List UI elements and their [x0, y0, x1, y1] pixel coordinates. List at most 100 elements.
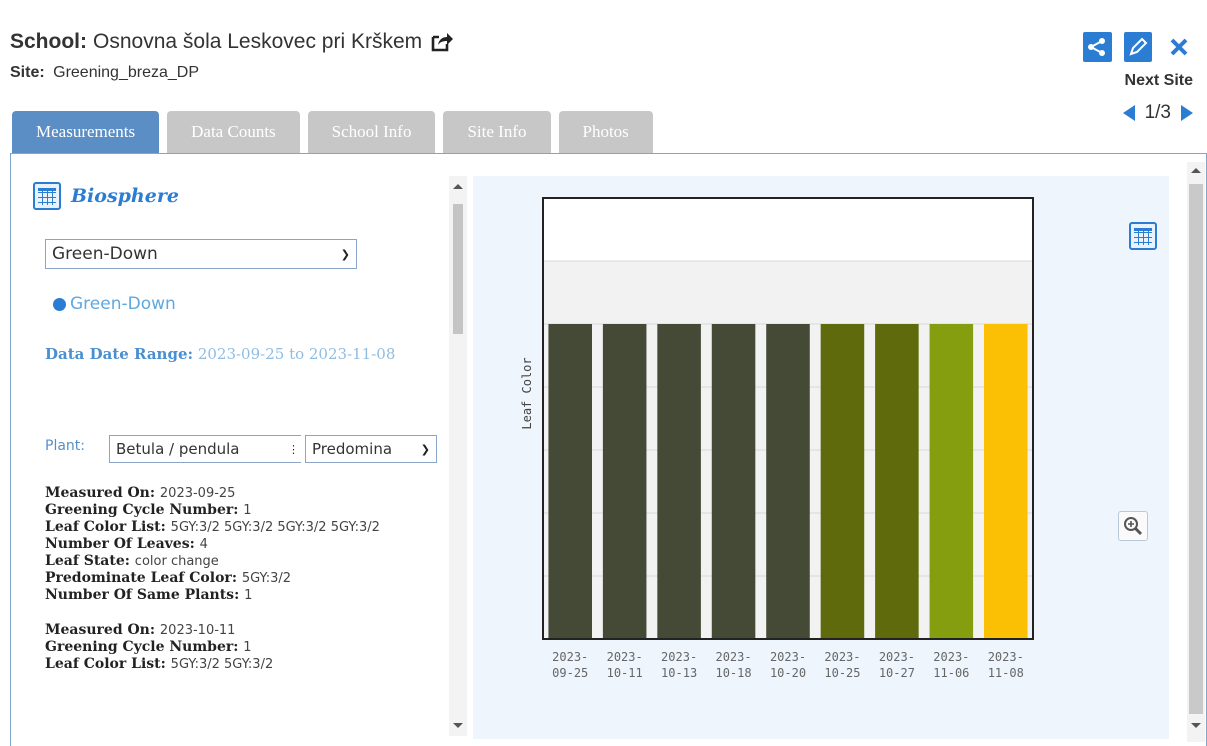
field-value: 1 — [243, 503, 252, 518]
plant-label: Plant: — [45, 438, 85, 454]
measurements-list: Biosphere Green-Down ❯ Green-Down Data D… — [23, 154, 453, 739]
list-scrollbar[interactable] — [449, 176, 467, 736]
x-tick-label: 10-11 — [607, 666, 643, 680]
leaf-color-chart: 2023- 09-25 2023- 10-11 2023- 10-13 2023- 10-18… — [520, 197, 1034, 680]
tab-school-info[interactable]: School Info — [307, 111, 436, 153]
field-key: Predominate Leaf Color — [45, 570, 232, 586]
chevron-down-icon: ❯ — [420, 442, 430, 456]
measurements-panel: Biosphere Green-Down ❯ Green-Down Data D… — [10, 153, 1207, 746]
chevron-down-icon: ❯ — [340, 247, 350, 261]
site-label: Site: — [10, 64, 45, 81]
scroll-up-icon[interactable] — [453, 184, 463, 189]
x-tick-label: 2023- — [879, 650, 915, 664]
chart-bar — [548, 324, 592, 639]
chart-bar — [984, 324, 1028, 639]
colon: : — [189, 536, 200, 552]
x-tick-label: 2023- — [552, 650, 588, 664]
field-key: Greening Cycle Number — [45, 502, 234, 518]
chart-area: 2023- 09-25 2023- 10-11 2023- 10-13 2023- 10-18… — [473, 176, 1169, 739]
plant-select[interactable]: Betula / pendula ⋮ — [109, 435, 301, 463]
external-link-icon[interactable] — [430, 31, 454, 53]
x-tick-label: 10-25 — [824, 666, 860, 680]
colon: : — [160, 656, 171, 672]
panel-scrollbar[interactable] — [1187, 162, 1205, 742]
scroll-down-icon[interactable] — [453, 723, 463, 728]
tab-bar: Measurements Data Counts School Info Sit… — [12, 111, 653, 153]
site-pager: 1/3 — [1083, 102, 1193, 124]
x-tick-label: 2023- — [770, 650, 806, 664]
tab-measurements[interactable]: Measurements — [12, 111, 160, 153]
tab-photos[interactable]: Photos — [558, 111, 653, 153]
data-date-range: Data Date Range: 2023-09-25 to 2023-11-0… — [45, 336, 453, 372]
school-label: School: — [10, 30, 87, 53]
close-x-icon[interactable] — [1164, 32, 1193, 62]
date-range-value: 2023-09-25 to 2023-11-08 — [197, 345, 396, 363]
field-key: Measured On — [45, 485, 150, 501]
scrollbar-thumb[interactable] — [1189, 184, 1203, 714]
section-header: Biosphere — [33, 182, 179, 210]
next-site-arrow-icon[interactable] — [1181, 105, 1193, 121]
field-key: Measured On — [45, 622, 150, 638]
x-tick-label: 2023- — [988, 650, 1024, 664]
field-key: Leaf Color List — [45, 656, 161, 672]
table-icon[interactable] — [1129, 222, 1157, 250]
colon: : — [233, 639, 244, 655]
field-value: 1 — [243, 640, 252, 655]
table-icon[interactable] — [33, 182, 61, 210]
colon: : — [149, 622, 160, 638]
field-value: 2023-10-11 — [159, 623, 236, 638]
leaf-color-select[interactable]: Predomina ❯ — [305, 435, 437, 463]
chart-bar — [875, 324, 919, 639]
protocol-select[interactable]: Green-Down ❯ — [45, 239, 357, 269]
chevron-down-icon: ⋮ — [288, 442, 299, 456]
x-tick-label: 10-13 — [661, 666, 697, 680]
x-tick-label: 2023- — [824, 650, 860, 664]
colon: : — [234, 587, 245, 603]
field-value: 5GY:3/2 — [241, 571, 292, 586]
x-tick-label: 11-06 — [933, 666, 969, 680]
protocol-select-value: Green-Down — [52, 244, 158, 264]
list-item: Measured On: 2023-09-25 Greening Cycle N… — [45, 485, 445, 604]
section-title: Biosphere — [71, 185, 179, 207]
field-key: Leaf State — [45, 553, 125, 569]
colon: : — [124, 553, 135, 569]
scrollbar-thumb[interactable] — [453, 204, 463, 334]
x-tick-label: 2023- — [607, 650, 643, 664]
scroll-up-icon[interactable] — [1191, 168, 1201, 173]
field-value: 1 — [244, 588, 253, 603]
scroll-down-icon[interactable] — [1191, 723, 1201, 728]
y-axis-label: Leaf Color — [520, 357, 534, 429]
plot-band-top — [543, 198, 1033, 261]
site-navigation: Next Site 1/3 — [1082, 32, 1193, 124]
plant-select-value: Betula / pendula — [116, 440, 240, 458]
chart-bar — [657, 324, 701, 639]
x-tick-label: 10-18 — [715, 666, 751, 680]
field-value: 2023-09-25 — [159, 486, 236, 501]
school-name: Osnovna šola Leskovec pri Krškem — [93, 30, 423, 53]
x-tick-label: 2023- — [715, 650, 751, 664]
tab-site-info[interactable]: Site Info — [443, 111, 551, 153]
date-range-label: Data Date Range: — [45, 345, 194, 363]
field-value: color change — [134, 554, 219, 569]
page-header: School: Osnovna šola Leskovec pri Krškem… — [10, 30, 454, 82]
share-icon[interactable] — [1082, 32, 1112, 62]
site-line: Site: Greening_breza_DP — [10, 64, 454, 82]
chart-bar — [820, 324, 865, 639]
tab-data-counts[interactable]: Data Counts — [167, 111, 300, 153]
colon: : — [233, 502, 244, 518]
zoom-in-icon[interactable] — [1118, 511, 1148, 541]
measurement-records: Measured On: 2023-09-25 Greening Cycle N… — [45, 485, 445, 691]
green-down-radio[interactable]: Green-Down — [53, 294, 176, 314]
colon: : — [160, 519, 171, 535]
field-value: 4 — [199, 537, 208, 552]
x-tick-label: 2023- — [661, 650, 697, 664]
field-key: Leaf Color List — [45, 519, 161, 535]
x-tick-label: 11-08 — [988, 666, 1024, 680]
edit-pencil-icon[interactable] — [1123, 32, 1153, 62]
field-key: Number Of Leaves — [45, 536, 190, 552]
action-icons — [1082, 32, 1193, 62]
school-line: School: Osnovna šola Leskovec pri Krškem — [10, 30, 454, 54]
radio-label: Green-Down — [70, 294, 176, 314]
previous-site-arrow-icon[interactable] — [1122, 105, 1135, 121]
chart-bar — [602, 324, 647, 639]
